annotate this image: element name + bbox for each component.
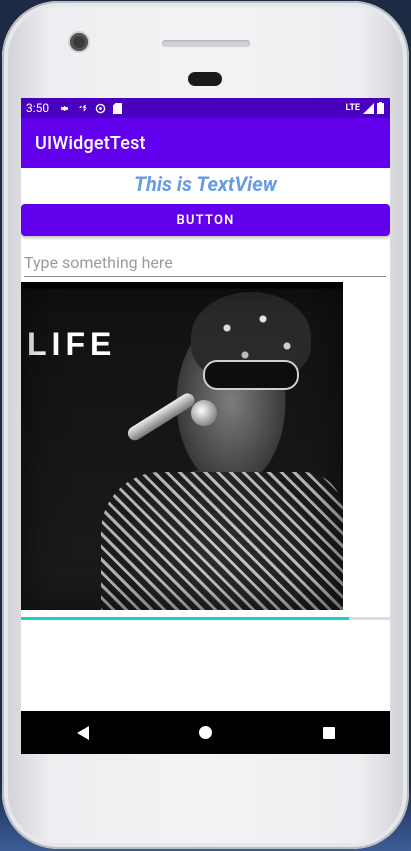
app-title: UIWidgetTest <box>35 132 146 154</box>
navigation-bar <box>21 711 390 754</box>
back-icon <box>76 725 89 740</box>
phone-frame: 3:50 LTE UIWidgetTest This is TextView B… <box>2 1 409 849</box>
network-type: LTE <box>345 103 360 113</box>
home-icon <box>199 726 212 739</box>
edit-text-input[interactable] <box>24 250 386 277</box>
earpiece-speaker <box>162 40 250 47</box>
recent-apps-icon <box>322 726 335 739</box>
sd-card-icon <box>113 102 123 114</box>
status-bar: 3:50 LTE <box>21 98 390 118</box>
image-view: LIFE <box>21 282 343 610</box>
main-button[interactable]: BUTTON <box>21 204 390 236</box>
sync-icon <box>78 104 87 111</box>
status-system-icons: LTE <box>345 102 384 114</box>
text-view: This is TextView <box>134 172 277 196</box>
home-button[interactable] <box>176 711 236 754</box>
progress-fill <box>21 617 350 620</box>
signal-icon <box>363 102 374 114</box>
at-icon <box>95 103 106 113</box>
recent-apps-button[interactable] <box>299 711 359 754</box>
battery-icon <box>377 102 384 114</box>
image-shadow <box>21 282 343 610</box>
app-bar: UIWidgetTest <box>21 118 390 168</box>
back-button[interactable] <box>53 711 113 754</box>
progress-bar <box>21 617 390 620</box>
status-time: 3:50 <box>26 101 50 115</box>
proximity-sensor <box>188 72 222 86</box>
device-screen: 3:50 LTE UIWidgetTest This is TextView B… <box>21 98 390 754</box>
front-camera <box>70 33 88 51</box>
status-notification-icons <box>59 102 123 114</box>
gear-icon <box>60 105 69 111</box>
